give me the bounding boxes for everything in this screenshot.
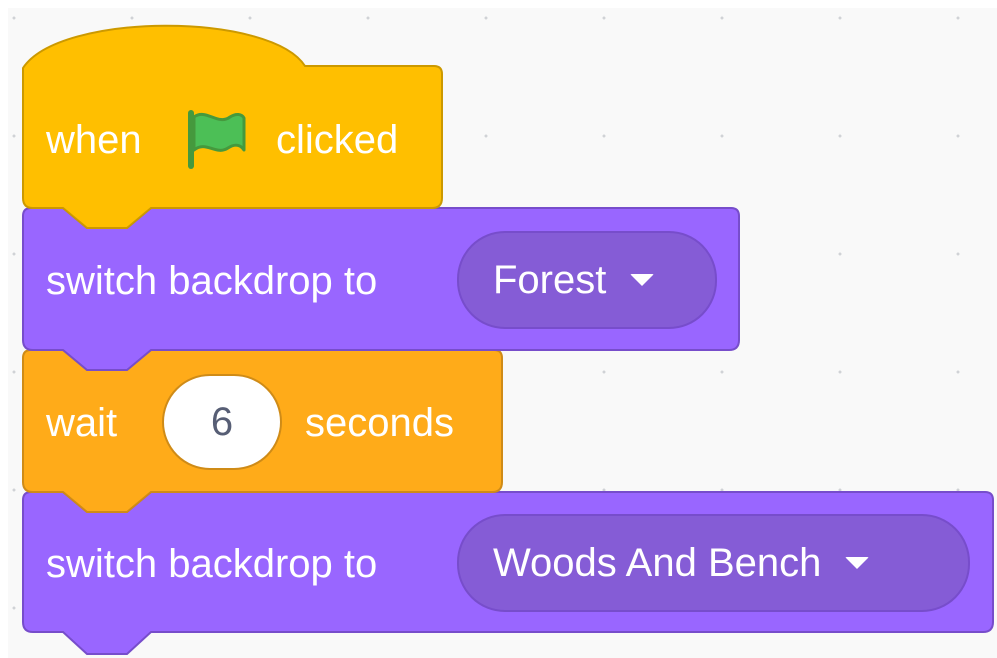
- wait-seconds-input[interactable]: 6: [162, 374, 282, 470]
- backdrop-dropdown-1-value: Forest: [493, 257, 607, 302]
- seconds-label: seconds: [305, 401, 454, 445]
- switch-backdrop-label-1: switch backdrop to: [46, 259, 378, 303]
- backdrop-dropdown-2[interactable]: Woods And Bench: [457, 514, 970, 612]
- chevron-down-icon: [630, 274, 655, 286]
- when-label: when: [46, 118, 142, 162]
- green-flag-icon: [188, 110, 246, 169]
- clicked-label: clicked: [276, 118, 399, 162]
- switch-backdrop-label-2: switch backdrop to: [46, 542, 378, 586]
- chevron-down-icon: [845, 557, 870, 569]
- script-area[interactable]: when clicked switch backdrop to Forest w…: [0, 0, 997, 658]
- backdrop-dropdown-2-value: Woods And Bench: [493, 540, 822, 585]
- backdrop-dropdown-1[interactable]: Forest: [457, 231, 717, 329]
- wait-label: wait: [46, 401, 118, 445]
